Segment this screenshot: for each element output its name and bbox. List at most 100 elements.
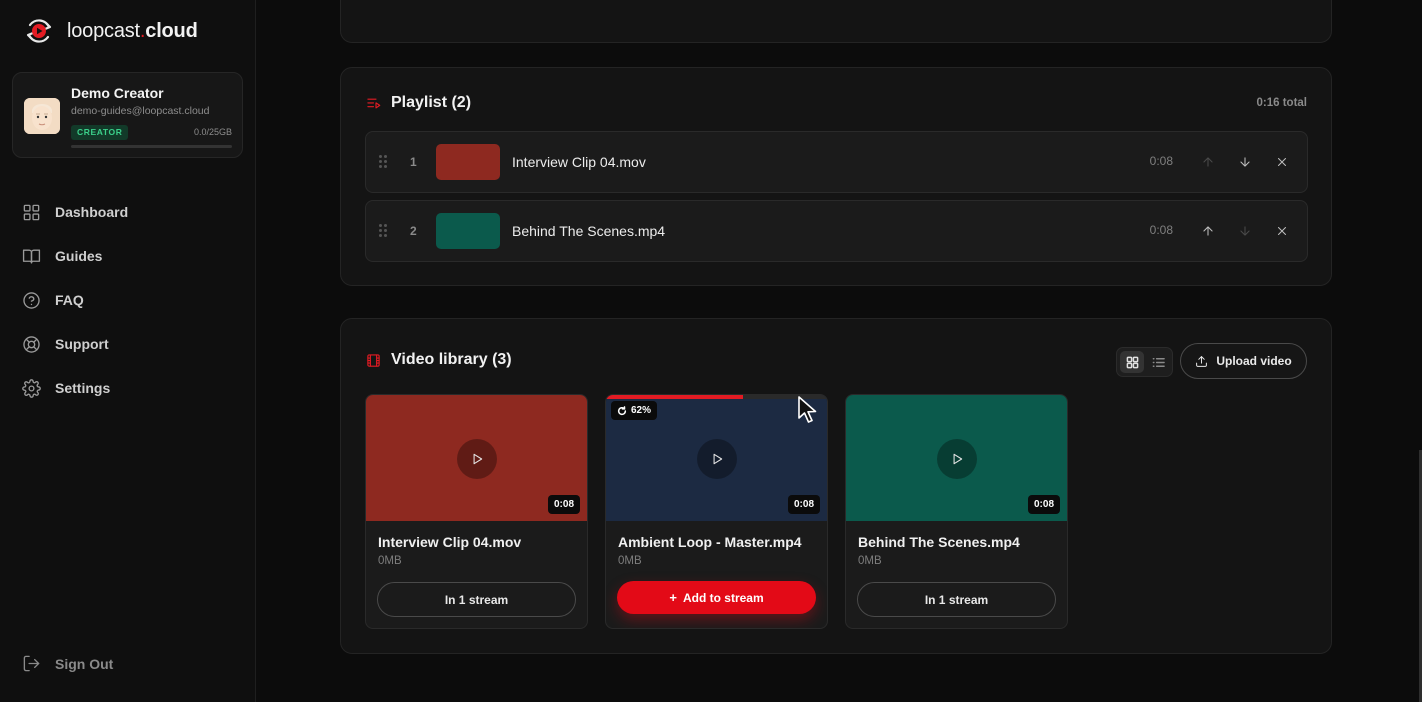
playlist-row[interactable]: 1 Interview Clip 04.mov 0:08 bbox=[365, 131, 1308, 193]
sidebar-item-guides[interactable]: Guides bbox=[22, 234, 242, 278]
playlist-title-text: Playlist (2) bbox=[391, 94, 472, 111]
move-down-button[interactable] bbox=[1234, 220, 1256, 242]
video-size: 0MB bbox=[378, 555, 402, 567]
logo-text: loopcast.cloud bbox=[67, 19, 198, 42]
profile-card[interactable]: Demo Creator demo-guides@loopcast.cloud … bbox=[12, 72, 243, 158]
video-duration: 0:08 bbox=[547, 495, 580, 514]
sidebar-item-label: Settings bbox=[55, 380, 111, 396]
play-icon bbox=[953, 453, 963, 465]
upload-video-button[interactable]: Upload video bbox=[1180, 343, 1307, 379]
sidebar-item-faq[interactable]: FAQ bbox=[22, 278, 242, 322]
video-card[interactable]: 0:08 Behind The Scenes.mp4 0MB In 1 stre… bbox=[845, 394, 1068, 629]
previous-section-card bbox=[340, 0, 1332, 43]
profile-email: demo-guides@loopcast.cloud bbox=[71, 105, 210, 117]
play-button[interactable] bbox=[937, 439, 977, 479]
storage-bar bbox=[71, 145, 232, 148]
playlist-icon bbox=[367, 98, 381, 108]
video-size: 0MB bbox=[618, 555, 642, 567]
video-size: 0MB bbox=[858, 555, 882, 567]
video-library-card: Video library (3) Upload video 0:08 Inte… bbox=[340, 318, 1332, 654]
move-up-button[interactable] bbox=[1197, 220, 1219, 242]
playlist-item-duration: 0:08 bbox=[1149, 154, 1173, 168]
arrow-down-icon bbox=[1240, 157, 1250, 167]
close-icon bbox=[1277, 226, 1287, 236]
drag-handle-icon[interactable] bbox=[379, 155, 389, 169]
video-card[interactable]: 62% 0:08 Ambient Loop - Master.mp4 0MB +… bbox=[605, 394, 828, 629]
sidebar-item-dashboard[interactable]: Dashboard bbox=[22, 190, 242, 234]
avatar bbox=[24, 98, 60, 134]
logo[interactable]: loopcast.cloud bbox=[24, 16, 198, 46]
sidebar-item-label: Guides bbox=[55, 248, 103, 264]
sidebar-nav: Dashboard Guides FAQ Support Settings bbox=[22, 190, 242, 410]
film-icon bbox=[367, 353, 380, 367]
sidebar-item-label: Dashboard bbox=[55, 204, 129, 220]
arrow-down-icon bbox=[1240, 226, 1250, 236]
profile-name: Demo Creator bbox=[71, 85, 164, 101]
loop-logo-icon bbox=[26, 19, 52, 43]
video-name: Ambient Loop - Master.mp4 bbox=[618, 534, 802, 550]
move-up-button[interactable] bbox=[1197, 151, 1219, 173]
role-badge: CREATOR bbox=[71, 125, 129, 140]
view-mode-toggle bbox=[1116, 347, 1173, 377]
video-name: Behind The Scenes.mp4 bbox=[858, 534, 1020, 550]
playlist-title: Playlist (2) bbox=[366, 94, 471, 112]
video-card[interactable]: 0:08 Interview Clip 04.mov 0MB In 1 stre… bbox=[365, 394, 588, 629]
spinner-icon bbox=[617, 405, 627, 415]
in-stream-button[interactable]: In 1 stream bbox=[857, 582, 1056, 617]
play-button[interactable] bbox=[457, 439, 497, 479]
drag-handle-icon[interactable] bbox=[379, 224, 389, 238]
playlist-thumbnail bbox=[436, 213, 500, 249]
sidebar: loopcast.cloud Demo Creator demo-guides@… bbox=[0, 0, 256, 702]
mouse-cursor-icon bbox=[798, 396, 817, 423]
upload-label: Upload video bbox=[1216, 354, 1292, 368]
video-name: Interview Clip 04.mov bbox=[378, 534, 522, 550]
play-button[interactable] bbox=[697, 439, 737, 479]
arrow-up-icon bbox=[1203, 157, 1213, 167]
grid-icon bbox=[23, 204, 40, 220]
playlist-item-name: Behind The Scenes.mp4 bbox=[512, 223, 666, 239]
processing-badge: 62% bbox=[611, 401, 658, 420]
playlist-item-duration: 0:08 bbox=[1149, 223, 1173, 237]
sidebar-item-label: FAQ bbox=[55, 292, 84, 308]
processing-percent: 62% bbox=[631, 405, 652, 416]
sidebar-item-support[interactable]: Support bbox=[22, 322, 242, 366]
play-icon bbox=[713, 453, 723, 465]
remove-button[interactable] bbox=[1271, 151, 1293, 173]
library-title-text: Video library (3) bbox=[391, 351, 512, 368]
processing-progress-track bbox=[606, 395, 827, 399]
sidebar-item-label: Support bbox=[55, 336, 109, 352]
close-icon bbox=[1277, 157, 1287, 167]
in-stream-button[interactable]: In 1 stream bbox=[377, 582, 576, 617]
processing-progress-fill bbox=[606, 395, 744, 399]
play-icon bbox=[473, 453, 483, 465]
playlist-index: 2 bbox=[410, 224, 417, 238]
playlist-total-duration: 0:16 total bbox=[1256, 97, 1308, 109]
plus-icon: + bbox=[669, 590, 677, 605]
move-down-button[interactable] bbox=[1234, 151, 1256, 173]
playlist-index: 1 bbox=[410, 155, 417, 169]
playlist-row[interactable]: 2 Behind The Scenes.mp4 0:08 bbox=[365, 200, 1308, 262]
grid-view-button[interactable] bbox=[1120, 351, 1144, 373]
add-to-stream-button[interactable]: + Add to stream bbox=[617, 581, 816, 614]
list-view-button[interactable] bbox=[1146, 351, 1170, 373]
gear-icon bbox=[22, 378, 41, 398]
video-duration: 0:08 bbox=[1027, 495, 1060, 514]
upload-icon bbox=[1196, 355, 1208, 367]
playlist-card: Playlist (2) 0:16 total 1 Interview Clip… bbox=[340, 67, 1332, 286]
list-view-icon bbox=[1152, 357, 1165, 367]
remove-button[interactable] bbox=[1271, 220, 1293, 242]
playlist-item-name: Interview Clip 04.mov bbox=[512, 154, 646, 170]
lifebuoy-icon bbox=[23, 335, 40, 353]
storage-usage: 0.0/25GB bbox=[193, 127, 232, 137]
video-duration: 0:08 bbox=[787, 495, 820, 514]
library-title: Video library (3) bbox=[366, 351, 512, 369]
book-icon bbox=[22, 248, 41, 264]
grid-view-icon bbox=[1126, 356, 1138, 368]
sidebar-item-settings[interactable]: Settings bbox=[22, 366, 242, 410]
sign-out-button[interactable]: Sign Out bbox=[22, 654, 113, 673]
arrow-up-icon bbox=[1203, 226, 1213, 236]
help-circle-icon bbox=[23, 291, 40, 309]
playlist-thumbnail bbox=[436, 144, 500, 180]
add-to-stream-label: Add to stream bbox=[682, 590, 764, 605]
logout-icon bbox=[23, 655, 40, 672]
